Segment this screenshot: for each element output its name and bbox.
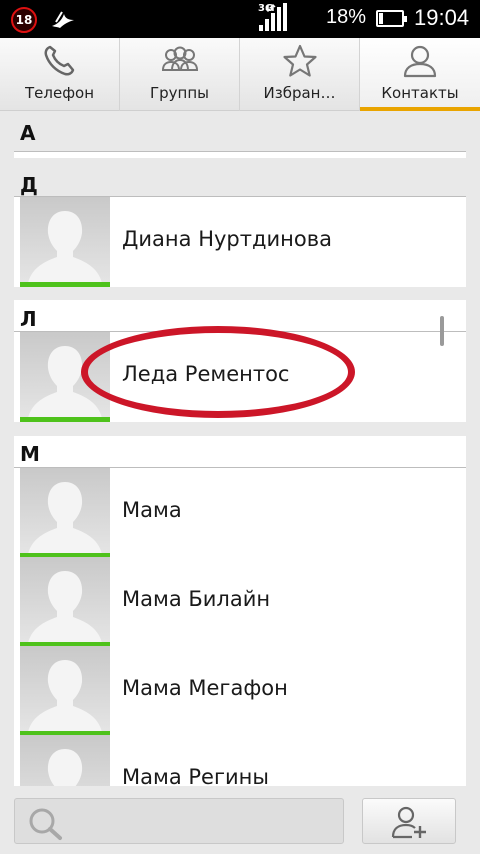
search-input[interactable] [73, 807, 335, 837]
avatar [20, 197, 110, 287]
list-item[interactable]: Мама Билайн [14, 557, 466, 647]
contact-name: Мама Мегафон [122, 676, 288, 700]
tab-label: Избран… [263, 84, 336, 102]
groups-icon [161, 46, 198, 71]
list-item[interactable]: Мама [14, 468, 466, 558]
contact-name: Диана Нуртдинова [122, 227, 332, 251]
avatar [20, 557, 110, 647]
contact-name: Мама Регины [122, 765, 269, 786]
tab-label: Телефон [24, 84, 95, 102]
avatar-placeholder-icon [47, 749, 83, 786]
signal-icon [259, 3, 287, 31]
avatar-placeholder-icon [28, 571, 102, 643]
clock: 19:04 [414, 5, 470, 30]
battery-icon [376, 10, 407, 27]
highlight-annotation [81, 326, 355, 418]
status-bar: 18 3G 18% 19:04 [0, 0, 480, 38]
section-letter: Л [20, 307, 37, 331]
avatar-placeholder-icon [28, 211, 102, 283]
tab-groups[interactable]: Группы [120, 38, 240, 111]
avatar-placeholder-icon [28, 660, 102, 732]
tab-contacts[interactable]: Контакты [360, 38, 480, 111]
list-item[interactable]: Мама Мегафон [14, 646, 466, 736]
section-header [14, 436, 466, 468]
notification-badge: 18 [11, 7, 37, 33]
network-indicator: 3G [258, 3, 290, 33]
tab-label: Группы [149, 84, 209, 102]
tab-phone[interactable]: Телефон [0, 38, 120, 111]
section-letter: А [20, 121, 36, 145]
section-body [14, 152, 466, 158]
add-contact-icon [391, 806, 426, 839]
star-icon [282, 44, 317, 77]
avatar [20, 646, 110, 736]
section-letter: М [20, 442, 40, 466]
search-icon [29, 808, 62, 840]
scrollbar-thumb[interactable] [440, 316, 444, 346]
list-item[interactable]: Мама Регины [14, 735, 466, 786]
bottom-bar [0, 786, 480, 854]
contact-name: Мама [122, 498, 182, 522]
contact-icon [403, 45, 437, 78]
contact-list[interactable]: А Д Диана Нуртдинова Л Леда Рементос М М… [0, 111, 480, 786]
section-header [14, 111, 466, 141]
avatar-placeholder-icon [28, 482, 102, 554]
tab-bar: Телефон Группы Избран… Контакты [0, 38, 480, 111]
battery-percent: 18% [326, 6, 367, 28]
bird-notification-icon [52, 11, 74, 28]
add-contact-button[interactable] [362, 798, 456, 844]
section-letter: Д [20, 173, 38, 197]
battery-fill [379, 13, 383, 24]
tab-label: Контакты [381, 84, 459, 102]
avatar-status-bar [20, 282, 110, 287]
list-item[interactable]: Диана Нуртдинова [14, 197, 466, 287]
contact-name: Мама Билайн [122, 587, 271, 611]
phone-icon [44, 45, 74, 76]
avatar [20, 468, 110, 558]
tab-favorites[interactable]: Избран… [240, 38, 360, 111]
avatar [20, 735, 110, 786]
search-box[interactable] [14, 798, 344, 844]
avatar-status-bar [20, 417, 110, 422]
